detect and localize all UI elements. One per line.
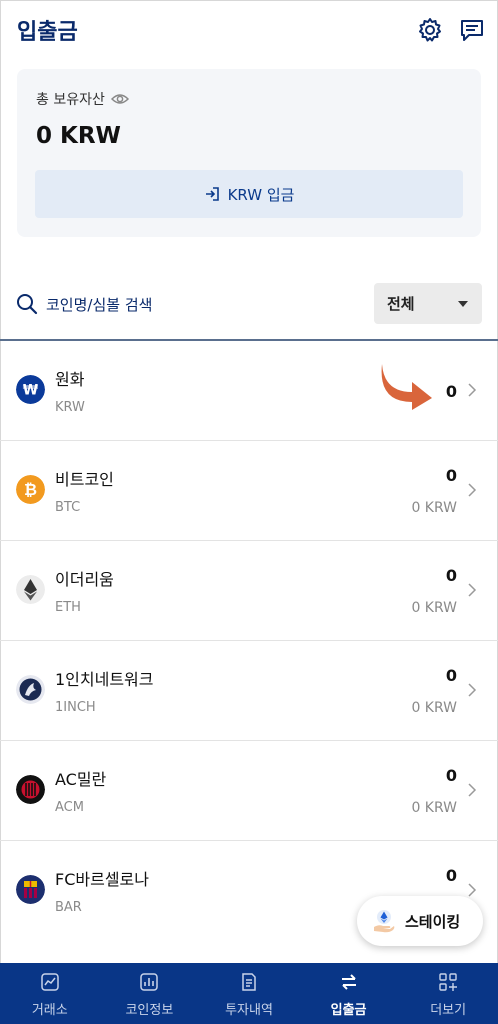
coin-name: 비트코인 [55,470,114,489]
coin-row-krw[interactable]: ₩ 원화 KRW 0 [0,341,498,441]
document-icon [242,973,256,991]
coin-name: AC밀란 [55,770,107,789]
coin-amount: 0 [445,866,457,885]
search-row: 전체 [0,283,498,327]
coin-name: 1인치네트워크 [55,670,154,689]
chevron-right-icon [468,383,477,397]
coin-symbol: BTC [55,500,81,515]
header: 입출금 [0,0,498,60]
coin-krw-value: 0 KRW [411,600,457,616]
coin-amount: 0 [445,666,457,685]
login-arrow-icon [205,187,219,201]
coin-name: 원화 [55,370,85,389]
coin-symbol: ACM [55,800,84,815]
nav-label: 더보기 [430,1003,467,1018]
nav-more[interactable]: 더보기 [398,963,498,1024]
more-grid-icon [439,973,458,991]
nav-label: 거래소 [31,1003,68,1018]
svg-text:₿: ₿ [24,480,37,499]
krw-deposit-label: KRW 입금 [227,185,295,204]
caret-down-icon [458,301,468,307]
staking-label: 스테이킹 [405,912,461,931]
total-asset-value: 0 KRW [36,123,121,149]
fc-barcelona-crest-icon [16,875,45,904]
total-asset-label-row: 총 보유자산 [36,89,129,109]
svg-text:₩: ₩ [23,383,39,399]
chat-icon[interactable] [458,16,486,44]
filter-selected-value: 전체 [387,295,415,313]
coin-krw-value: 0 KRW [411,700,457,716]
coin-symbol: 1INCH [55,700,96,715]
staking-floating-button[interactable]: 스테이킹 [357,896,483,946]
coin-row-acm[interactable]: AC밀란 ACM 0 0 KRW [0,741,498,841]
won-coin-icon: ₩ [16,375,45,404]
chevron-right-icon [468,583,477,597]
filter-dropdown[interactable]: 전체 [374,283,482,324]
krw-deposit-button[interactable]: KRW 입금 [35,170,463,218]
bitcoin-icon: ₿ [16,475,45,504]
coin-name: 이더리움 [55,570,114,589]
nav-investment-history[interactable]: 투자내역 [199,963,299,1024]
curved-arrow-icon [381,364,432,410]
search-icon [17,294,38,315]
chevron-right-icon [468,483,477,497]
ac-milan-crest-icon [16,775,45,804]
1inch-unicorn-icon [16,675,45,704]
coin-name: FC바르셀로나 [55,870,149,889]
bottom-nav: 거래소 코인정보 투자내역 입출금 더보기 [0,963,498,1024]
staking-hand-coin-icon [374,910,395,933]
coin-krw-value: 0 KRW [411,500,457,516]
coin-krw-value: 0 KRW [411,800,457,816]
coin-amount: 0 [445,382,457,401]
ethereum-icon [16,575,45,604]
coin-amount: 0 [445,566,457,585]
chevron-right-icon [468,683,477,697]
nav-exchange[interactable]: 거래소 [0,963,100,1024]
nav-label: 코인정보 [125,1003,174,1018]
bar-chart-icon [140,973,159,991]
exchange-chart-icon [41,973,59,991]
coin-list: ₩ 원화 KRW 0 ₿ 비트코인 BTC 0 0 KRW 이더리움 ETH 0… [0,341,498,940]
chevron-right-icon [468,783,477,797]
coin-row-1inch[interactable]: 1인치네트워크 1INCH 0 0 KRW [0,641,498,741]
coin-row-eth[interactable]: 이더리움 ETH 0 0 KRW [0,541,498,641]
chevron-right-icon [468,883,477,897]
nav-label: 투자내역 [225,1003,273,1018]
coin-row-btc[interactable]: ₿ 비트코인 BTC 0 0 KRW [0,441,498,541]
page-title: 입출금 [17,20,78,45]
transfer-arrows-icon [341,974,356,990]
gear-icon[interactable] [416,16,444,44]
nav-label: 입출금 [330,1003,367,1018]
total-asset-label: 총 보유자산 [36,92,105,108]
coin-symbol: ETH [55,600,81,615]
nav-coin-info[interactable]: 코인정보 [100,963,200,1024]
coin-symbol: BAR [55,900,82,915]
eye-icon[interactable] [110,92,129,106]
coin-search-input[interactable] [46,292,346,318]
coin-symbol: KRW [55,400,85,415]
total-asset-card: 총 보유자산 0 KRW KRW 입금 [17,69,481,237]
coin-amount: 0 [445,766,457,785]
nav-deposit-withdraw[interactable]: 입출금 [299,963,399,1024]
coin-amount: 0 [445,466,457,485]
